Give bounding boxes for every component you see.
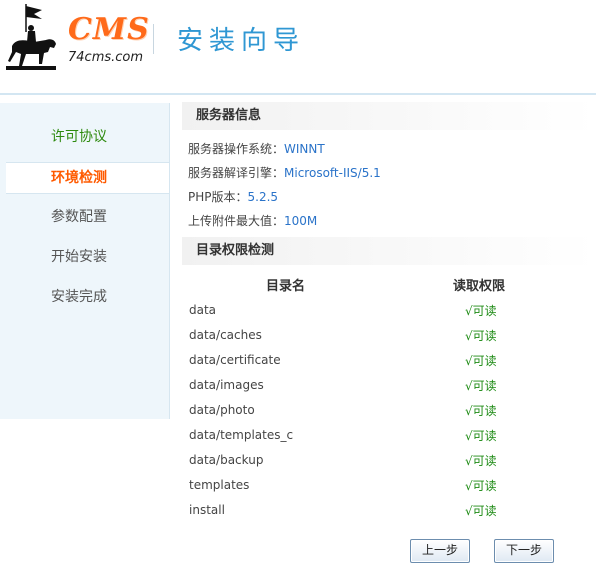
dir-row-perm: √可读 [465, 404, 497, 418]
sidebar-item-config[interactable]: 参数配置 [6, 202, 169, 232]
dir-row-name: data/backup [189, 453, 264, 467]
dir-row-perm: √可读 [465, 354, 497, 368]
dir-row-name: install [189, 503, 225, 517]
server-info-title: 服务器信息 [182, 102, 596, 130]
dir-row-name: data/photo [189, 403, 255, 417]
header-bottom-line [0, 93, 596, 95]
header: CMS 74cms.com 安装向导 [0, 0, 596, 95]
dir-row-name: data/templates_c [189, 428, 294, 442]
dir-check-title: 目录权限检测 [182, 237, 596, 265]
upload-max-row: 上传附件最大值：100M [188, 212, 317, 229]
php-version-label: PHP版本： [188, 190, 248, 204]
dir-row-name: data [189, 303, 217, 317]
dir-row-name: templates [189, 478, 250, 492]
upload-max-value: 100M [284, 214, 318, 228]
dir-row-perm: √可读 [465, 429, 497, 443]
php-version-row: PHP版本：5.2.5 [188, 188, 278, 205]
dir-row-name: data/images [189, 378, 264, 392]
dir-row-perm: √可读 [465, 379, 497, 393]
server-os-row: 服务器操作系统：WINNT [188, 140, 325, 157]
dir-row-perm: √可读 [465, 329, 497, 343]
php-version-value: 5.2.5 [247, 190, 279, 204]
dir-row-name: data/certificate [189, 353, 281, 367]
header-divider [153, 24, 154, 54]
dir-row-perm: √可读 [465, 479, 497, 493]
server-os-value: WINNT [284, 142, 325, 156]
sidebar-item-env-check[interactable]: 环境检测 [6, 162, 169, 194]
server-engine-row: 服务器解译引擎：Microsoft-IIS/5.1 [188, 164, 381, 181]
dir-row-perm: √可读 [465, 454, 497, 468]
dir-row-perm: √可读 [465, 304, 497, 318]
knight-horse-logo-icon [6, 4, 56, 70]
prev-step-button[interactable]: 上一步 [410, 539, 470, 563]
sidebar-item-install[interactable]: 开始安装 [6, 242, 169, 272]
logo-url-text: 74cms.com [68, 50, 144, 65]
dir-row-perm: √可读 [465, 504, 497, 518]
next-step-button[interactable]: 下一步 [494, 539, 554, 563]
page-title: 安装向导 [177, 26, 306, 56]
sidebar-item-license[interactable]: 许可协议 [6, 122, 169, 152]
server-engine-value: Microsoft-IIS/5.1 [284, 166, 381, 180]
dir-row-name: data/caches [189, 328, 262, 342]
dir-name-header: 目录名 [266, 279, 306, 294]
upload-max-label: 上传附件最大值： [188, 214, 285, 228]
dir-perm-header: 读取权限 [453, 279, 506, 294]
server-os-label: 服务器操作系统： [188, 142, 285, 156]
sidebar-item-complete[interactable]: 安装完成 [6, 282, 169, 312]
server-engine-label: 服务器解译引擎： [188, 166, 285, 180]
logo-cms-text: CMS [68, 12, 150, 47]
